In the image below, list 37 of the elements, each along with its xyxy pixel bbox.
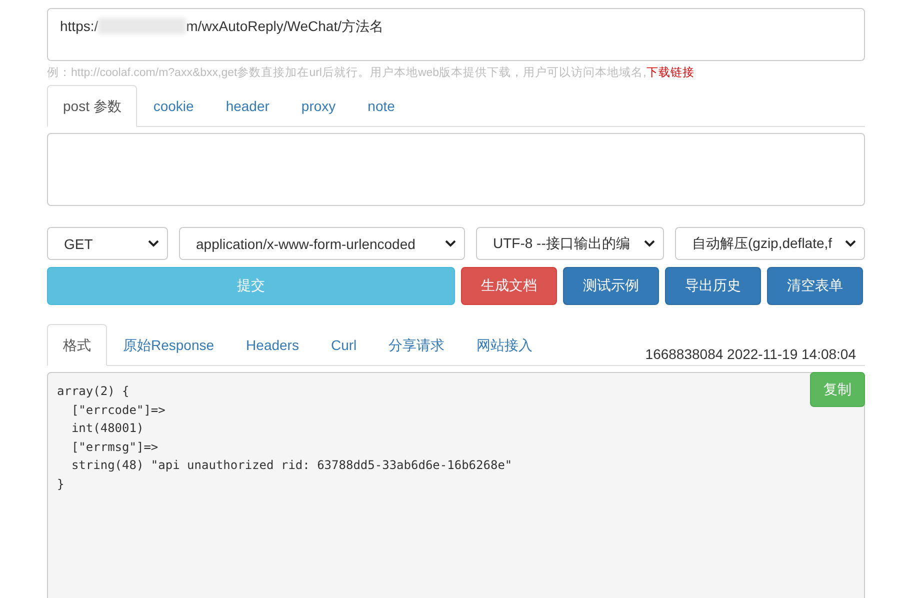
action-button[interactable]: 测试示例 — [563, 267, 659, 305]
code-line: } — [57, 476, 64, 492]
copy-button[interactable]: 复制 — [810, 372, 865, 407]
url-text: m/wxAutoReply/WeChat/方法名 — [186, 17, 384, 35]
request-tab[interactable]: header — [210, 85, 286, 127]
result-tab[interactable]: Curl — [314, 324, 373, 366]
request-tab[interactable]: note — [352, 85, 411, 127]
dropdown[interactable]: 自动解压(gzip,deflate,f — [675, 227, 865, 260]
url-text: https:/ — [60, 17, 98, 35]
result-tab[interactable]: 分享请求 — [372, 324, 461, 366]
code-line: ["errcode"]=> — [70, 402, 166, 418]
dropdown[interactable]: UTF-8 --接口输出的编 — [476, 227, 664, 260]
caret-icon — [845, 240, 856, 247]
result-tab[interactable]: 格式 — [47, 324, 107, 366]
dropdown[interactable]: GET — [47, 227, 168, 260]
code-line: array(2) { — [57, 383, 130, 400]
timestamp: 1668838084 2022-11-19 14:08:04 — [645, 346, 856, 362]
download-link[interactable]: 下载链接 — [646, 67, 694, 79]
request-tab[interactable]: cookie — [137, 85, 210, 127]
action-button[interactable]: 清空表单 — [767, 267, 863, 305]
code-line: string(48) "api unauthorized rid: 63788dd5-33ab6d6e-16b6268e" — [70, 457, 512, 474]
code-line: ["errmsg"]=> — [70, 438, 158, 456]
result-tab[interactable]: 原始Response — [107, 324, 230, 366]
action-button[interactable]: 导出历史 — [665, 267, 761, 305]
body-field[interactable] — [47, 133, 865, 206]
action-button[interactable]: 生成文档 — [461, 267, 557, 305]
code-line: int(48001) — [70, 420, 144, 437]
caret-icon — [445, 240, 456, 247]
caret-icon — [644, 240, 655, 247]
dropdown[interactable]: application/x-www-form-urlencoded — [179, 227, 465, 260]
result-tab[interactable]: Headers — [230, 324, 315, 366]
url-field[interactable]: https:/ m/wxAutoReply/WeChat/方法名 — [47, 8, 865, 61]
hint-text: 例：http://coolaf.com/m?axx&bxx,get参数直接加在url后就行。用户本地web版本提供下载，用户可以访问本地域名, — [47, 67, 646, 79]
result-tab[interactable]: 网站接入 — [460, 324, 549, 366]
request-tab[interactable]: post 参数 — [47, 85, 138, 127]
request-tab[interactable]: proxy — [285, 85, 352, 127]
caret-icon — [148, 240, 159, 247]
